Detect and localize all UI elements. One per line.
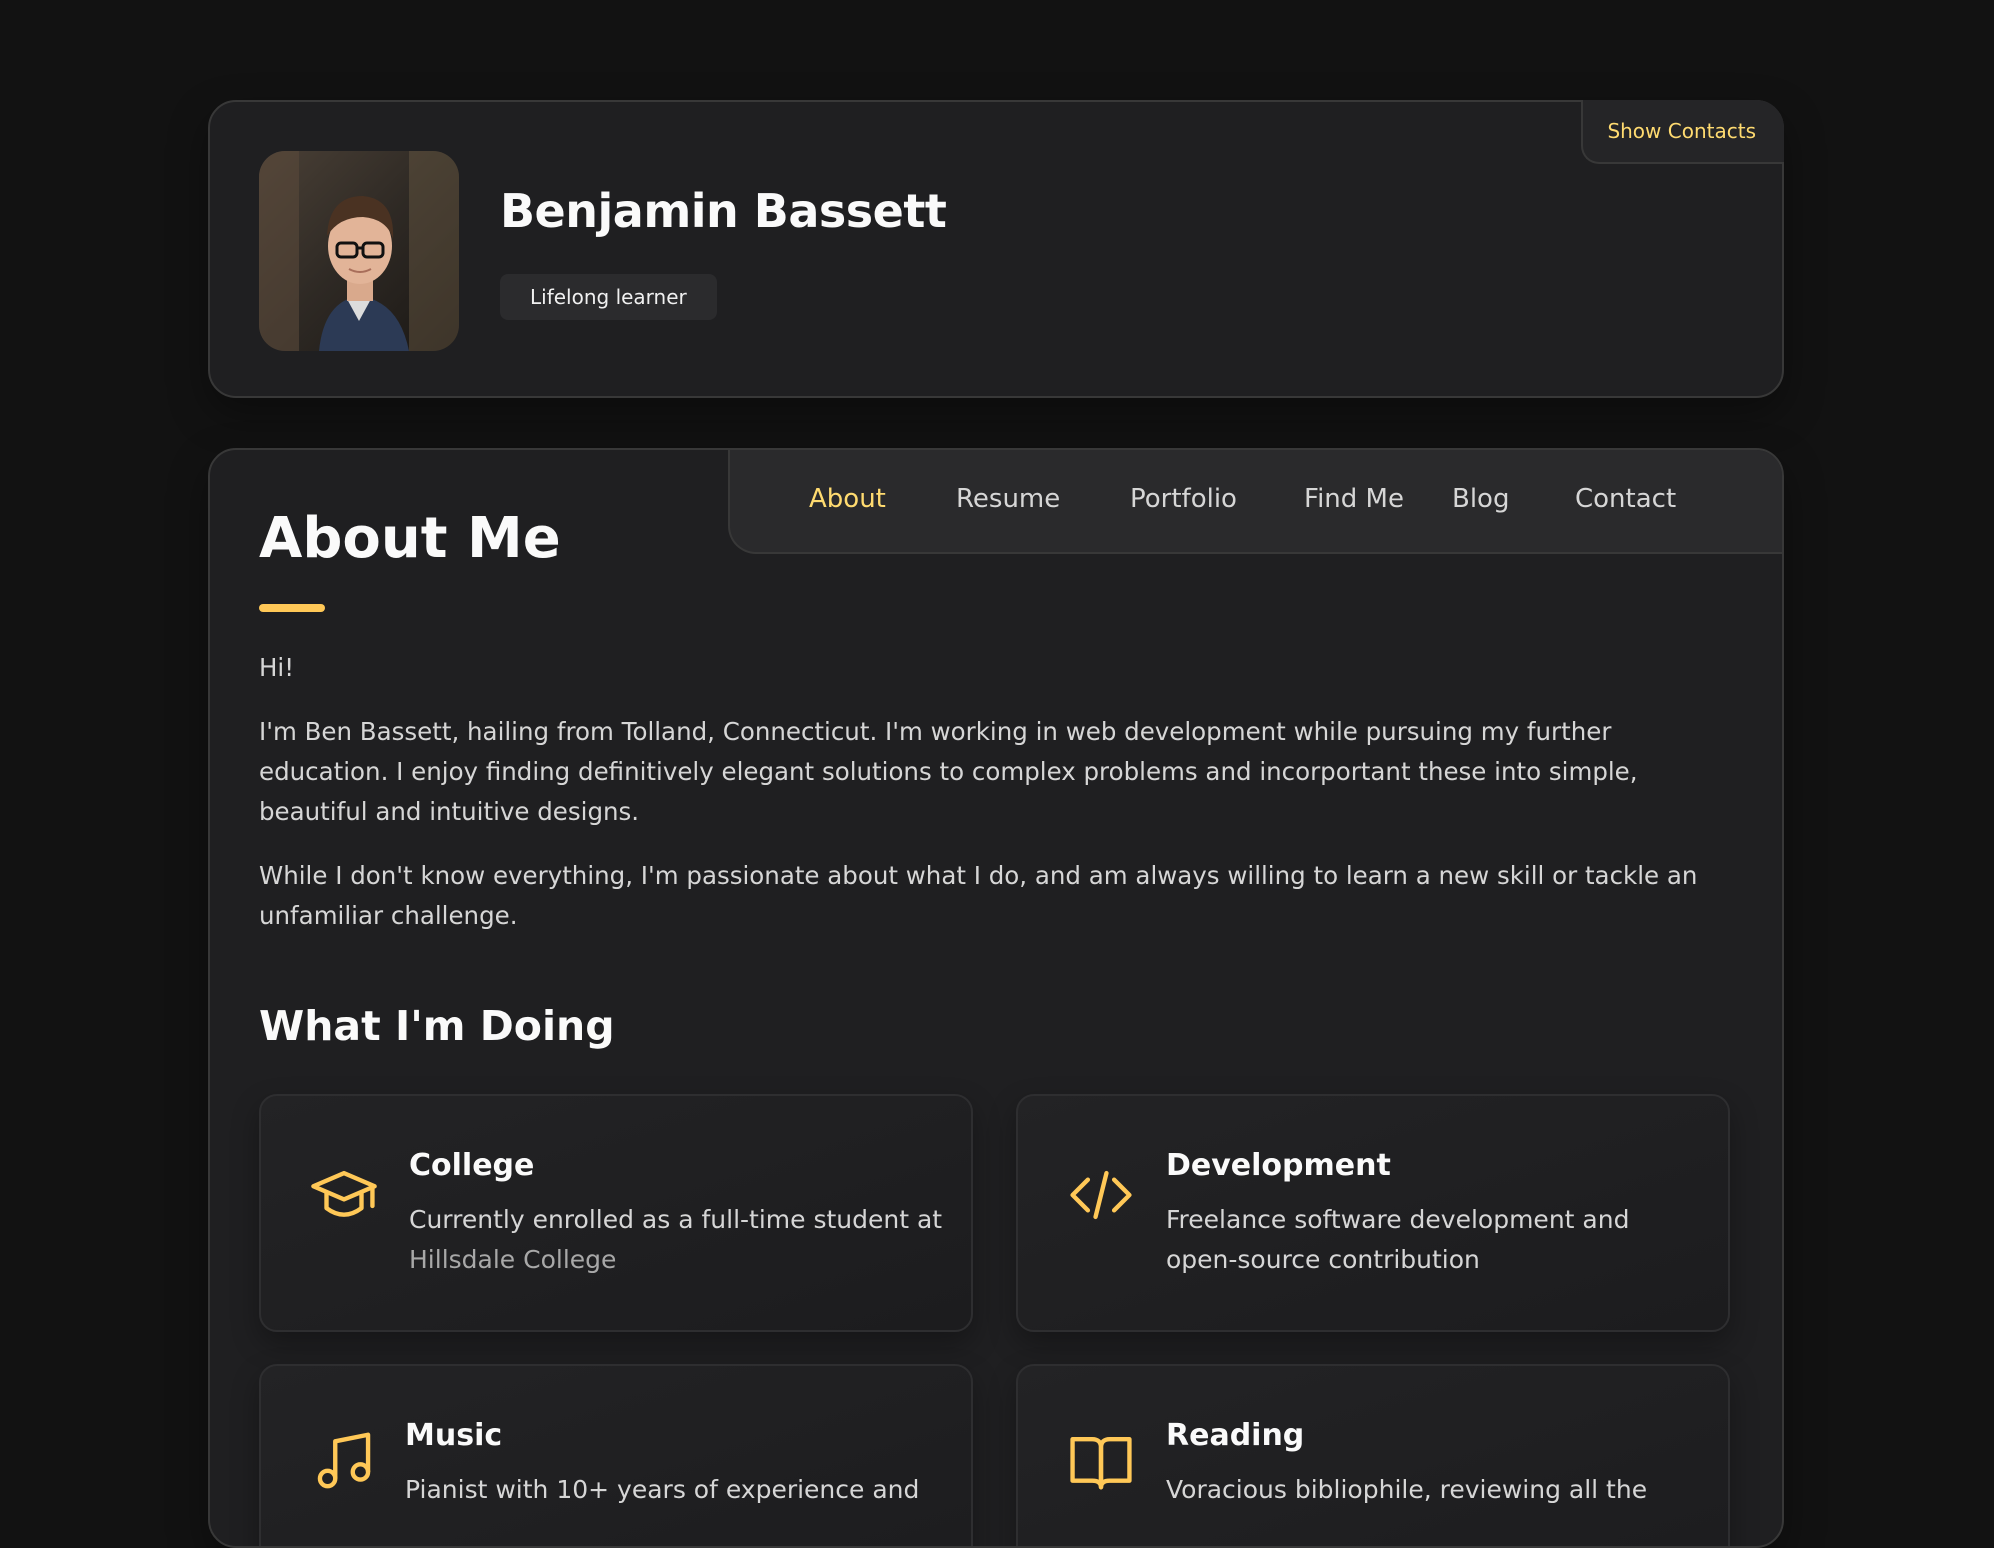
code-icon — [1070, 1170, 1132, 1220]
music-note-icon — [317, 1432, 371, 1489]
service-card-music: Music Pianist with 10+ years of experien… — [259, 1364, 973, 1546]
service-text: Freelance software development and open-… — [1166, 1205, 1630, 1274]
main-card: About Resume Portfolio Find Me Blog Cont… — [208, 448, 1784, 1548]
nav-item-contact[interactable]: Contact — [1575, 484, 1676, 514]
navbar: About Resume Portfolio Find Me Blog Cont… — [728, 450, 1782, 554]
service-title: Music — [405, 1418, 503, 1453]
service-title: College — [409, 1148, 535, 1183]
graduation-cap-icon — [311, 1170, 377, 1217]
about-paragraph: Hi! — [259, 653, 295, 682]
profile-card: Benjamin Bassett Lifelong learner Show C… — [208, 100, 1784, 398]
hillsdale-college-link[interactable]: Hillsdale College — [409, 1245, 616, 1274]
nav-item-find-me[interactable]: Find Me — [1304, 484, 1404, 514]
service-text-body: Currently enrolled as a full-time studen… — [409, 1205, 943, 1234]
service-card-reading: Reading Voracious bibliophile, reviewing… — [1016, 1364, 1730, 1546]
avatar-image — [259, 151, 459, 351]
nav-item-resume[interactable]: Resume — [956, 484, 1060, 514]
title-underline — [259, 604, 325, 612]
avatar — [259, 151, 459, 351]
services-title: What I'm Doing — [259, 1002, 615, 1050]
nav-item-portfolio[interactable]: Portfolio — [1130, 484, 1237, 514]
about-paragraph: While I don't know everything, I'm passi… — [259, 861, 1698, 930]
page-title: About Me — [259, 506, 561, 571]
show-contacts-button[interactable]: Show Contacts — [1581, 100, 1784, 164]
service-text: Pianist with 10+ years of experience and — [405, 1475, 920, 1504]
service-card-college: College Currently enrolled as a full-tim… — [259, 1094, 973, 1332]
service-title: Reading — [1166, 1418, 1305, 1453]
service-title: Development — [1166, 1148, 1391, 1183]
about-text: Hi! I'm Ben Bassett, hailing from Tollan… — [259, 648, 1739, 960]
profile-title-badge: Lifelong learner — [500, 274, 717, 320]
open-book-icon — [1070, 1436, 1132, 1490]
service-text: Currently enrolled as a full-time studen… — [409, 1200, 949, 1280]
profile-name: Benjamin Bassett — [500, 184, 947, 238]
nav-item-blog[interactable]: Blog — [1452, 484, 1509, 514]
about-paragraph: I'm Ben Bassett, hailing from Tolland, C… — [259, 717, 1638, 826]
nav-item-about[interactable]: About — [809, 484, 886, 514]
service-text: Voracious bibliophile, reviewing all the — [1166, 1475, 1648, 1504]
service-card-development: Development Freelance software developme… — [1016, 1094, 1730, 1332]
